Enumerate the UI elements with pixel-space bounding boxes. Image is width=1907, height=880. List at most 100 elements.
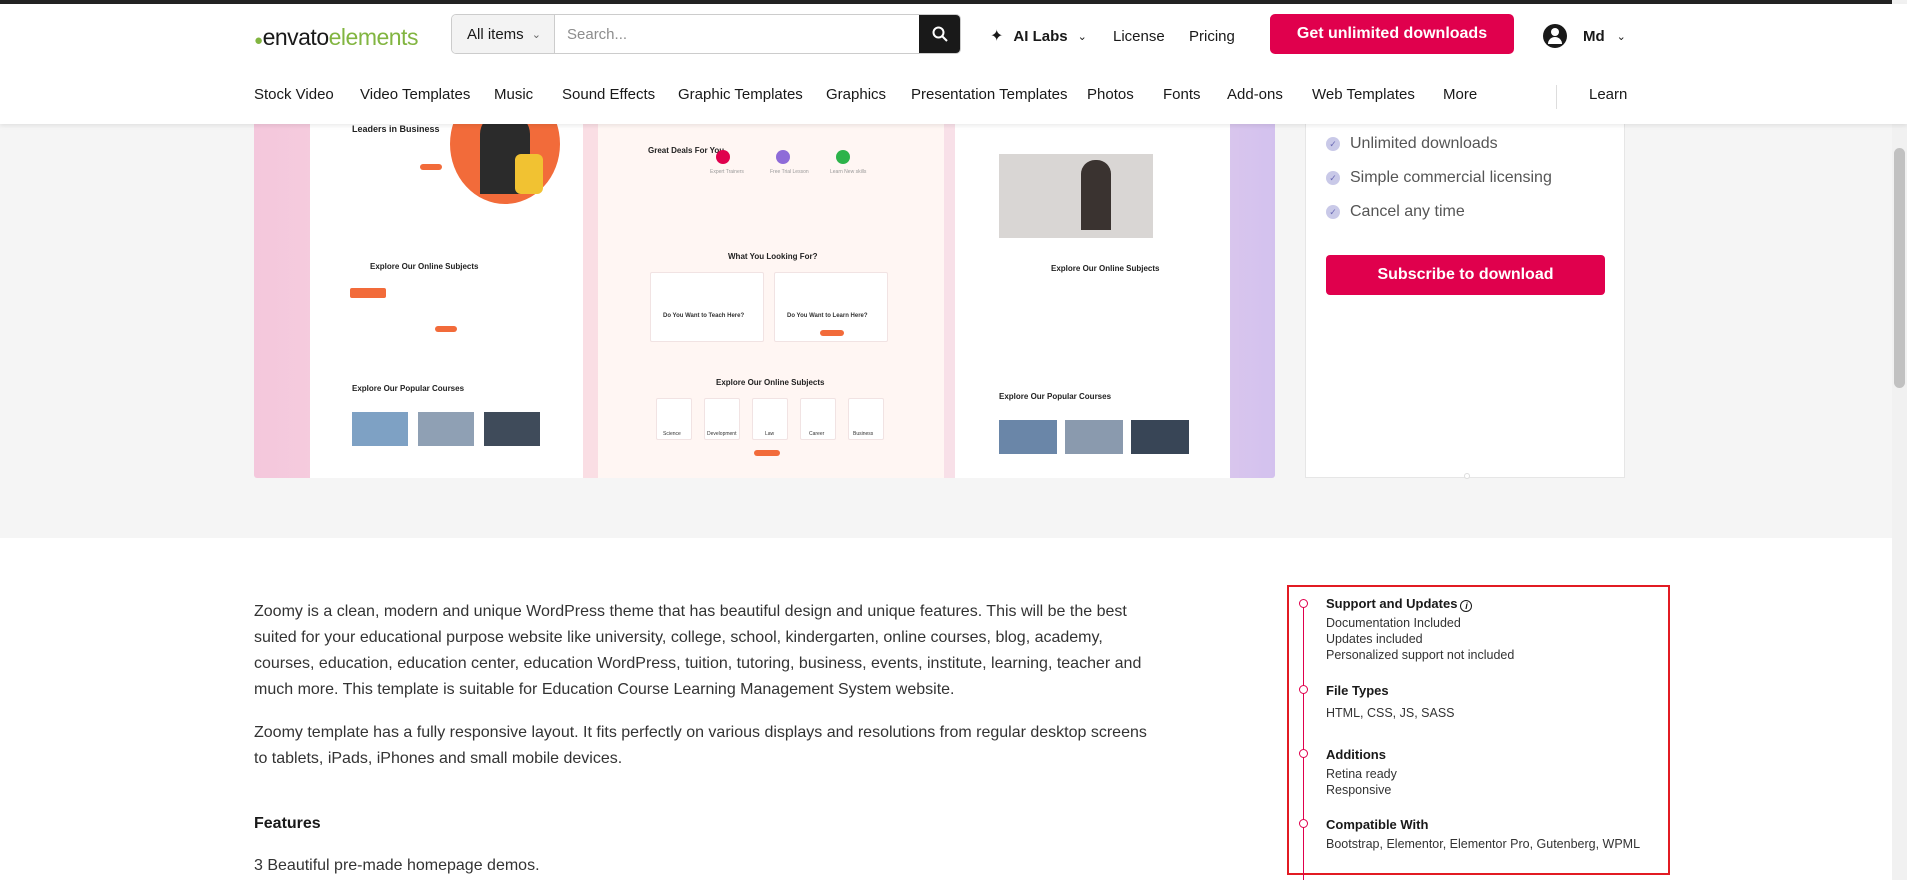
- nav-graphic-templates[interactable]: Graphic Templates: [678, 86, 803, 103]
- user-avatar-icon: [1543, 24, 1567, 48]
- search-input[interactable]: [555, 15, 919, 53]
- nav-stock-video[interactable]: Stock Video: [254, 86, 334, 103]
- benefit-item: ✓ Simple commercial licensing: [1326, 169, 1552, 187]
- info-icon[interactable]: i: [1460, 600, 1473, 612]
- item-attributes-panel: Support and Updates i Documentation Inclu…: [1287, 585, 1670, 880]
- p2-subject-card-3: Law: [752, 398, 788, 440]
- p1-hero-button: [420, 164, 442, 170]
- nav-add-ons[interactable]: Add-ons: [1227, 86, 1283, 103]
- p2-subjects-button: [754, 450, 780, 456]
- preview-panel-2: Great Deals For You Expert Trainers Free…: [598, 124, 944, 478]
- p1-headline: Leaders in Business: [352, 124, 440, 134]
- description-paragraph-1: Zoomy is a clean, modern and unique Word…: [254, 603, 1142, 698]
- support-updates-label: Support and Updates: [1326, 596, 1458, 611]
- check-icon: ✓: [1326, 171, 1340, 185]
- p2-subject-card-2: Development: [704, 398, 740, 440]
- p2-subject-5: Business: [853, 431, 874, 437]
- chevron-down-icon: ⌄: [1077, 30, 1087, 43]
- user-menu[interactable]: Md ⌄: [1543, 24, 1626, 48]
- nav-web-templates[interactable]: Web Templates: [1312, 86, 1415, 103]
- file-types-value: HTML, CSS, JS, SASS: [1326, 706, 1455, 720]
- search-category-select[interactable]: All items ⌄: [452, 15, 555, 53]
- p1-course-image-1: [352, 412, 408, 446]
- subscribe-sidebar: ✓ Unlimited downloads ✓ Simple commercial …: [1305, 124, 1625, 479]
- p2-deals-title: Great Deals For You: [648, 146, 725, 155]
- p1-course-image-3: [484, 412, 540, 446]
- site-header: ●envatoelements All items ⌄ ✦ AI Labs ⌄ Lic…: [0, 4, 1907, 124]
- timeline-dot: [1299, 599, 1308, 608]
- scrollbar-thumb[interactable]: [1894, 148, 1905, 388]
- template-preview-image[interactable]: Leaders in Business Explore Our Online S…: [254, 124, 1275, 478]
- p2-subject-3: Law: [765, 431, 775, 437]
- support-documentation: Documentation Included: [1326, 616, 1461, 630]
- search-button[interactable]: [919, 15, 960, 53]
- chevron-down-icon: ⌄: [531, 28, 541, 41]
- subscribe-to-download-button[interactable]: Subscribe to download: [1326, 255, 1605, 295]
- preview-panel-1: Leaders in Business Explore Our Online S…: [310, 124, 583, 478]
- support-updates: Updates included: [1326, 632, 1423, 646]
- nav-divider: [1556, 85, 1557, 109]
- p2-subjects-title: Explore Our Online Subjects: [716, 378, 825, 387]
- p3-hero-photo: [999, 154, 1153, 238]
- p3-hero-person: [1081, 160, 1111, 230]
- search-bar: All items ⌄: [451, 14, 961, 54]
- nav-graphics[interactable]: Graphics: [826, 86, 886, 103]
- p2-subject-card-1: Science: [656, 398, 692, 440]
- timeline-dot: [1299, 819, 1308, 828]
- check-icon: ✓: [1326, 205, 1340, 219]
- nav-sound-effects[interactable]: Sound Effects: [562, 86, 655, 103]
- p2-learn-button: [820, 330, 844, 336]
- features-heading: Features: [254, 815, 321, 832]
- nav-fonts[interactable]: Fonts: [1163, 86, 1201, 103]
- p2-deal-3: Learn New skills: [830, 169, 867, 175]
- benefit-label: Unlimited downloads: [1350, 135, 1498, 152]
- benefit-item: ✓ Cancel any time: [1326, 203, 1465, 221]
- description-paragraph-2: Zoomy template has a fully responsive la…: [254, 724, 1147, 767]
- nav-presentation-templates[interactable]: Presentation Templates: [911, 86, 1067, 103]
- file-types-title: File Types: [1326, 683, 1389, 698]
- support-personalized: Personalized support not included: [1326, 648, 1515, 662]
- p3-courses-title: Explore Our Popular Courses: [999, 392, 1112, 401]
- nav-more[interactable]: More: [1443, 86, 1477, 103]
- p2-looking-title: What You Looking For?: [728, 252, 818, 261]
- sparkle-icon: ✦: [990, 28, 1004, 45]
- hero-person-bag: [515, 154, 543, 194]
- timeline-dot: [1299, 749, 1308, 758]
- scrollbar[interactable]: [1892, 0, 1907, 880]
- skills-icon: [836, 150, 850, 164]
- additions-retina: Retina ready: [1326, 767, 1397, 781]
- compatible-with-title: Compatible With: [1326, 817, 1429, 832]
- p1-subjects-title: Explore Our Online Subjects: [370, 262, 479, 271]
- p1-courses-title: Explore Our Popular Courses: [352, 384, 465, 393]
- p2-subject-1: Science: [663, 431, 681, 437]
- pricing-link[interactable]: Pricing: [1189, 28, 1235, 45]
- nav-learn[interactable]: Learn: [1589, 86, 1627, 103]
- p2-subject-2: Development: [707, 431, 737, 437]
- p1-subjects-button: [435, 326, 457, 332]
- p2-deal-2: Free Trial Lesson: [770, 169, 809, 175]
- nav-photos[interactable]: Photos: [1087, 86, 1134, 103]
- envato-elements-logo[interactable]: ●envatoelements: [254, 24, 418, 51]
- preview-panel-3: Explore Our Online Subjects Explore Our …: [955, 124, 1230, 478]
- leaf-icon: ●: [254, 32, 263, 49]
- feature-item: 3 Beautiful pre-made homepage demos.: [254, 857, 540, 874]
- nav-music[interactable]: Music: [494, 86, 533, 103]
- p2-subject-card-5: Business: [848, 398, 884, 440]
- attributes-timeline: [1303, 601, 1304, 880]
- chevron-down-icon: ⌄: [1616, 30, 1626, 43]
- resize-handle: [1464, 473, 1470, 479]
- p2-teach-label: Do You Want to Teach Here?: [663, 313, 745, 319]
- nav-video-templates[interactable]: Video Templates: [360, 86, 470, 103]
- ai-labs-menu[interactable]: ✦ AI Labs ⌄: [990, 26, 1087, 46]
- p2-subject-card-4: Career: [800, 398, 836, 440]
- p3-course-image-2: [1065, 420, 1123, 454]
- compatible-with-value: Bootstrap, Elementor, Elementor Pro, Gut…: [1326, 837, 1641, 851]
- trial-icon: [776, 150, 790, 164]
- p1-course-image-2: [418, 412, 474, 446]
- p3-course-image-1: [999, 420, 1057, 454]
- get-unlimited-downloads-button[interactable]: Get unlimited downloads: [1270, 14, 1514, 54]
- p2-subject-4: Career: [809, 431, 825, 437]
- p1-subject-tab: [350, 288, 386, 298]
- trainer-icon: [716, 150, 730, 164]
- license-link[interactable]: License: [1113, 28, 1165, 45]
